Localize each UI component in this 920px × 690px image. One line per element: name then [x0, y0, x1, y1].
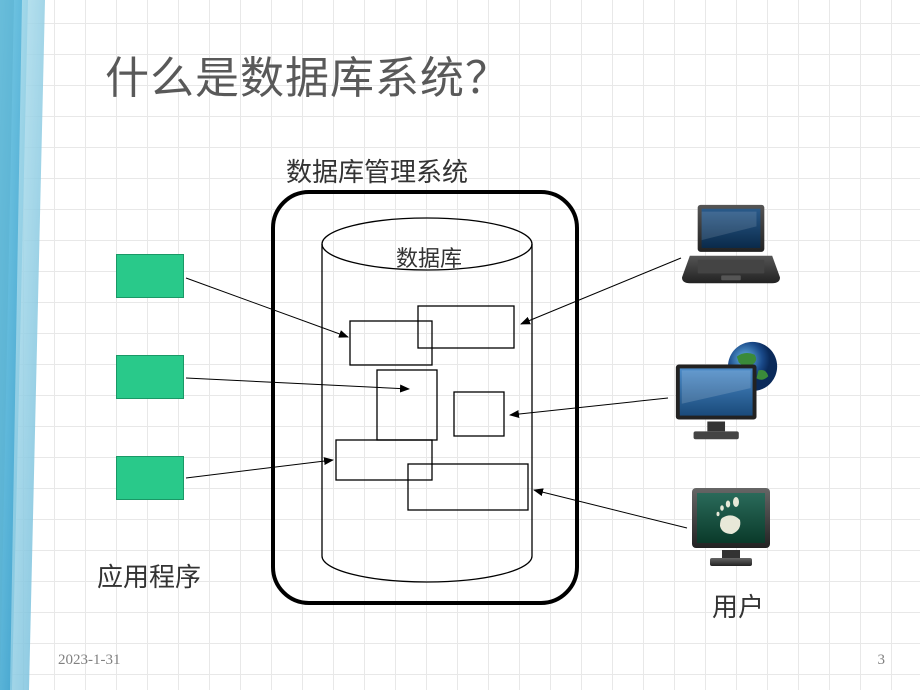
arrow-user1: [521, 258, 681, 324]
applications-label: 应用程序: [97, 557, 201, 594]
footer-date: 2023-1-31: [58, 652, 121, 669]
users-label: 用户: [712, 587, 764, 624]
arrow-app2: [186, 378, 409, 389]
laptop-icon: [682, 200, 780, 290]
arrow-user2: [510, 398, 668, 415]
data-block-3: [377, 370, 437, 440]
data-block-1: [350, 321, 432, 365]
data-block-6: [408, 464, 528, 510]
data-block-4: [454, 392, 504, 436]
data-block-5: [336, 440, 432, 480]
database-label: 数据库: [396, 241, 462, 273]
arrow-app3: [186, 460, 333, 478]
arrow-user3: [534, 490, 687, 528]
gnome-monitor-icon: [688, 484, 774, 570]
arrow-app1: [186, 278, 348, 337]
footer-page-number: 3: [878, 652, 886, 669]
monitor-globe-icon: [668, 338, 786, 446]
